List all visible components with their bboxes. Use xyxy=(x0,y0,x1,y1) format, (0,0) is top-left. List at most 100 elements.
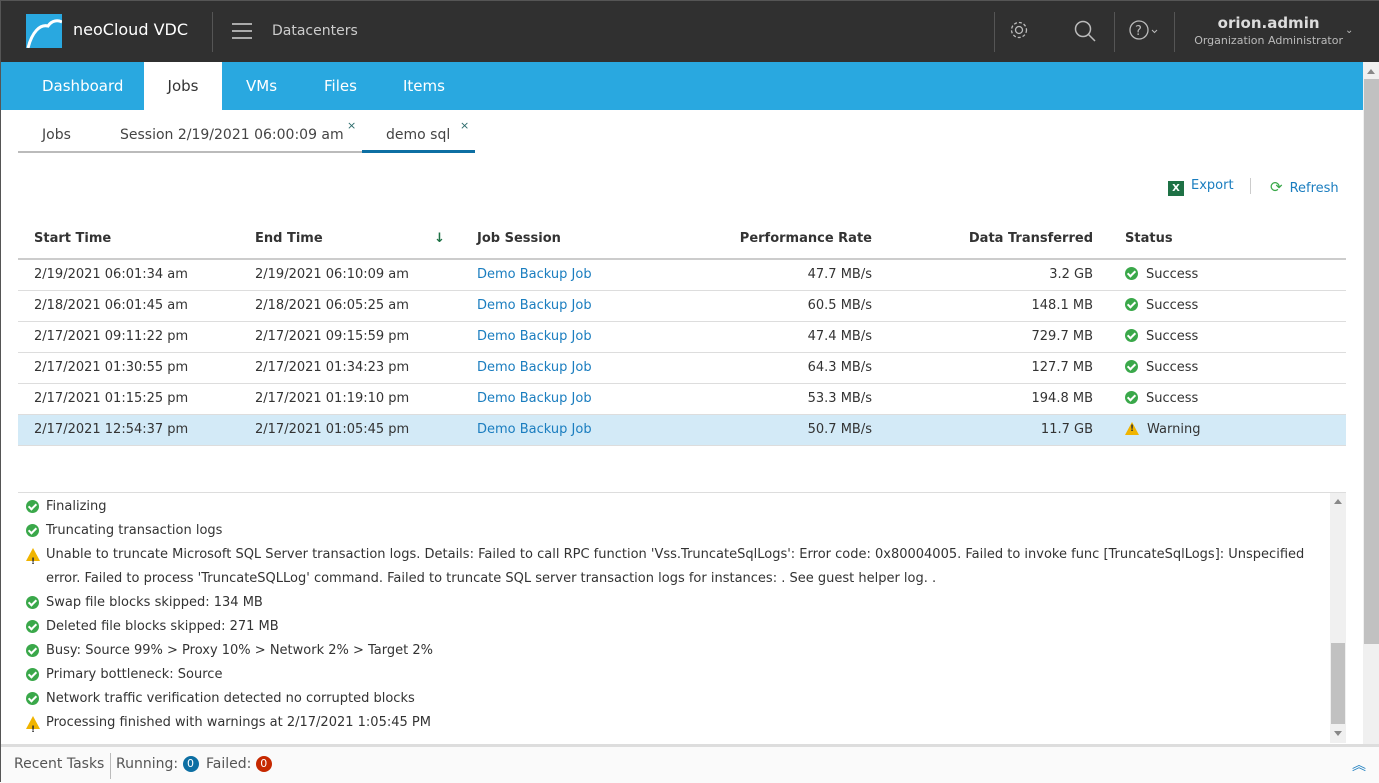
excel-icon: X xyxy=(1168,181,1184,196)
table-row[interactable]: 2/17/2021 01:30:55 pm 2/17/2021 01:34:23… xyxy=(18,352,1346,384)
close-icon[interactable]: × xyxy=(347,119,356,132)
table-row[interactable]: 2/17/2021 01:15:25 pm 2/17/2021 01:19:10… xyxy=(18,383,1346,415)
log-line: Network traffic verification detected no… xyxy=(18,687,1318,711)
top-header: neoCloud VDC Datacenters ? orion.admin O… xyxy=(1,1,1379,62)
performance-rate: 50.7 MB/s xyxy=(661,414,888,446)
col-performance-rate[interactable]: Performance Rate xyxy=(661,219,888,260)
sessions-table: Start Time End Time ↓ Job Session Perform… xyxy=(18,219,1346,446)
status: Success xyxy=(1109,259,1346,291)
success-icon xyxy=(26,500,39,513)
log-scrollbar[interactable] xyxy=(1330,493,1346,743)
performance-rate: 53.3 MB/s xyxy=(661,383,888,415)
performance-rate: 60.5 MB/s xyxy=(661,290,888,322)
start-time: 2/17/2021 01:15:25 pm xyxy=(18,383,239,415)
end-time: 2/17/2021 01:19:10 pm xyxy=(239,383,461,415)
job-session-link[interactable]: Demo Backup Job xyxy=(477,298,592,313)
user-name: orion.admin xyxy=(1217,14,1320,32)
end-time: 2/18/2021 06:05:25 am xyxy=(239,290,461,322)
search-icon[interactable] xyxy=(1073,19,1097,47)
job-session-link[interactable]: Demo Backup Job xyxy=(477,329,592,344)
page-scrollbar[interactable] xyxy=(1363,62,1379,744)
brand-name[interactable]: neoCloud VDC xyxy=(73,20,188,39)
table-row[interactable]: 2/17/2021 12:54:37 pm 2/17/2021 01:05:45… xyxy=(18,414,1346,446)
job-session-link[interactable]: Demo Backup Job xyxy=(477,360,592,375)
user-menu[interactable]: orion.admin Organization Administrator xyxy=(1194,14,1343,47)
start-time: 2/17/2021 01:30:55 pm xyxy=(18,352,239,384)
log-line: Swap file blocks skipped: 134 MB xyxy=(18,591,1318,615)
job-session-link[interactable]: Demo Backup Job xyxy=(477,422,592,437)
job-session-link[interactable]: Demo Backup Job xyxy=(477,267,592,282)
success-icon xyxy=(26,596,39,609)
refresh-icon: ⟳ xyxy=(1270,178,1283,196)
tab-files[interactable]: Files xyxy=(324,62,357,110)
refresh-button[interactable]: ⟳ Refresh xyxy=(1270,178,1339,196)
recent-tasks-label[interactable]: Recent Tasks xyxy=(14,756,104,772)
end-time: 2/17/2021 01:05:45 pm xyxy=(239,414,461,446)
col-end-time[interactable]: End Time ↓ xyxy=(239,219,461,260)
running-label: Running: xyxy=(116,756,179,772)
success-icon xyxy=(26,524,39,537)
success-icon xyxy=(1125,267,1138,281)
end-time: 2/17/2021 01:34:23 pm xyxy=(239,352,461,384)
success-icon xyxy=(1125,360,1138,373)
data-transferred: 3.2 GB xyxy=(888,259,1109,291)
tab-items[interactable]: Items xyxy=(403,62,445,110)
chevron-down-icon[interactable]: ⌄ xyxy=(1345,25,1353,36)
log-line: Finalizing xyxy=(18,495,1318,519)
performance-rate: 47.4 MB/s xyxy=(661,321,888,353)
menu-icon[interactable] xyxy=(232,23,252,39)
svg-text:?: ? xyxy=(1135,24,1142,39)
subtab-session[interactable]: Session 2/19/2021 06:00:09 am × xyxy=(120,119,356,143)
job-session-link[interactable]: Demo Backup Job xyxy=(477,391,592,406)
performance-rate: 64.3 MB/s xyxy=(661,352,888,384)
performance-rate: 47.7 MB/s xyxy=(661,259,888,291)
main-nav: Dashboard Jobs VMs Files Items xyxy=(1,62,1363,110)
failed-count: 0 xyxy=(255,756,272,772)
help-icon[interactable]: ? xyxy=(1128,19,1162,47)
recent-tasks-bar[interactable]: Recent Tasks Running: 0 Failed: 0 ︽ xyxy=(1,744,1379,783)
subtab-jobs[interactable]: Jobs xyxy=(42,127,71,143)
success-icon xyxy=(26,644,39,657)
table-row[interactable]: 2/19/2021 06:01:34 am 2/19/2021 06:10:09… xyxy=(18,259,1346,291)
data-transferred: 729.7 MB xyxy=(888,321,1109,353)
expand-up-icon[interactable]: ︽ xyxy=(1352,755,1366,775)
logo-icon[interactable] xyxy=(26,14,62,48)
warning-icon xyxy=(26,548,40,574)
sub-tabs: Jobs Session 2/19/2021 06:00:09 am × demo… xyxy=(18,119,475,153)
col-start-time[interactable]: Start Time xyxy=(18,219,239,260)
start-time: 2/17/2021 09:11:22 pm xyxy=(18,321,239,353)
subtab-demo-sql[interactable]: demo sql × xyxy=(386,119,469,143)
tab-jobs[interactable]: Jobs xyxy=(144,62,222,110)
table-row[interactable]: 2/18/2021 06:01:45 am 2/18/2021 06:05:25… xyxy=(18,290,1346,322)
success-icon xyxy=(26,620,39,633)
col-job-session[interactable]: Job Session xyxy=(461,219,661,260)
active-tab-indicator xyxy=(362,150,475,153)
status: Success xyxy=(1109,290,1346,322)
col-data-transferred[interactable]: Data Transferred xyxy=(888,219,1109,260)
warning-icon xyxy=(26,716,40,742)
session-log: FinalizingTruncating transaction logsUna… xyxy=(18,492,1346,744)
export-button[interactable]: X Export xyxy=(1168,178,1234,196)
running-count: 0 xyxy=(182,756,199,772)
status: Success xyxy=(1109,321,1346,353)
data-transferred: 194.8 MB xyxy=(888,383,1109,415)
user-role: Organization Administrator xyxy=(1194,34,1343,47)
start-time: 2/19/2021 06:01:34 am xyxy=(18,259,239,291)
col-status[interactable]: Status xyxy=(1109,219,1346,260)
start-time: 2/18/2021 06:01:45 am xyxy=(18,290,239,322)
status: Warning xyxy=(1109,414,1346,446)
end-time: 2/17/2021 09:15:59 pm xyxy=(239,321,461,353)
log-line: Busy: Source 99% > Proxy 10% > Network 2… xyxy=(18,639,1318,663)
gear-icon[interactable] xyxy=(1008,19,1030,45)
tab-vms[interactable]: VMs xyxy=(246,62,277,110)
success-icon xyxy=(1125,391,1138,404)
log-line: Unable to truncate Microsoft SQL Server … xyxy=(18,543,1318,591)
status: Success xyxy=(1109,383,1346,415)
failed-label: Failed: xyxy=(206,756,252,772)
section-title: Datacenters xyxy=(272,23,358,39)
log-line: Truncating transaction logs xyxy=(18,519,1318,543)
table-row[interactable]: 2/17/2021 09:11:22 pm 2/17/2021 09:15:59… xyxy=(18,321,1346,353)
close-icon[interactable]: × xyxy=(460,119,469,132)
data-transferred: 148.1 MB xyxy=(888,290,1109,322)
tab-dashboard[interactable]: Dashboard xyxy=(1,62,147,110)
